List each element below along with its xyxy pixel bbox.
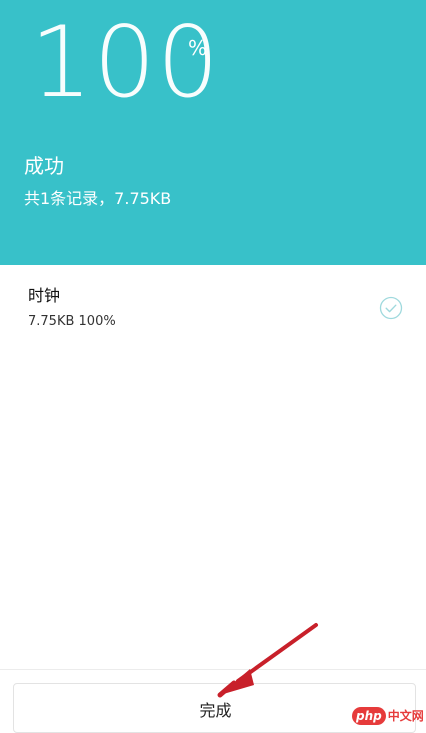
- percent-sign: %: [188, 36, 208, 60]
- progress-percent: 100: [30, 6, 221, 120]
- red-arrow-icon: [217, 623, 318, 698]
- transfer-header: 100 % 成功 共1条记录，7.75KB: [0, 0, 426, 265]
- status-title: 成功: [24, 154, 64, 178]
- item-name: 时钟: [28, 286, 61, 305]
- status-summary: 共1条记录，7.75KB: [24, 189, 172, 208]
- watermark: php 中文网: [352, 707, 424, 725]
- check-circle-icon: [379, 296, 403, 320]
- list-item[interactable]: 时钟 7.75KB 100%: [0, 280, 426, 340]
- item-detail: 7.75KB 100%: [28, 314, 116, 329]
- watermark-text: 中文网: [387, 709, 424, 723]
- watermark-brand: php: [352, 707, 386, 725]
